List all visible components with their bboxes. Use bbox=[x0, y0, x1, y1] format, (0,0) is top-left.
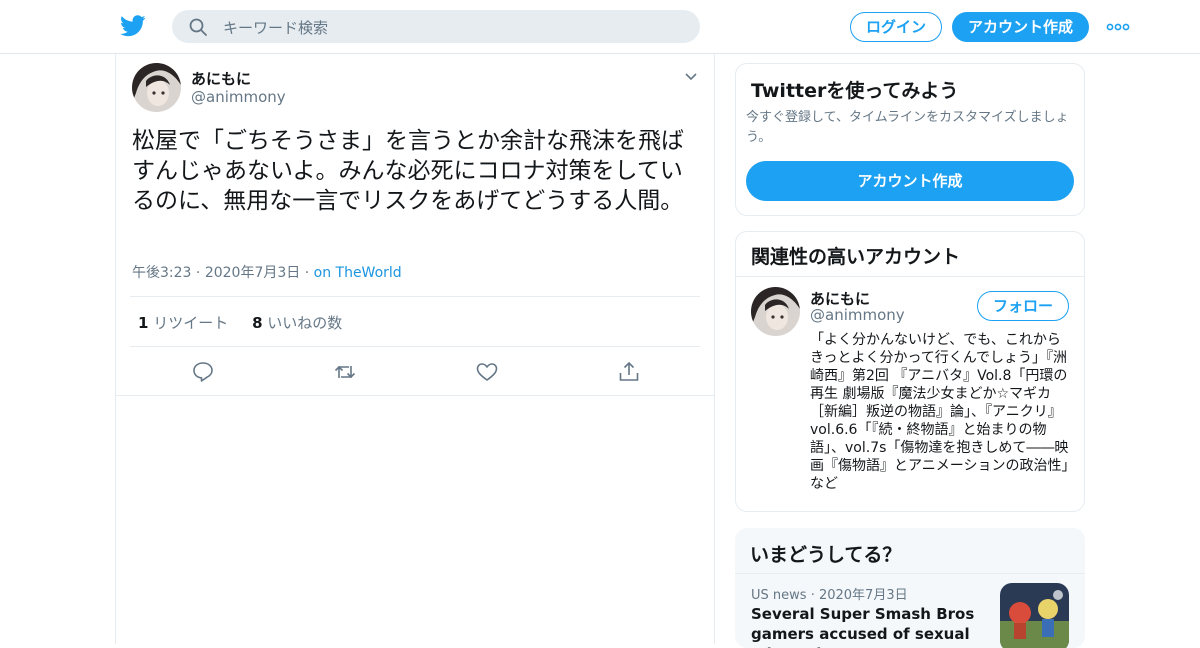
tweet-actions bbox=[116, 358, 714, 394]
related-accounts-card: 関連性の高いアカウント あにもに @animmony フォロー 「よく分かんない… bbox=[735, 231, 1085, 512]
tweet-meta: 午後3:23 · 2020年7月3日 · on TheWorld bbox=[132, 262, 402, 282]
avatar-image bbox=[751, 287, 800, 336]
account-handle[interactable]: @animmony bbox=[810, 306, 905, 324]
retweet-label: リツイート bbox=[153, 314, 229, 332]
meta-separator: · bbox=[195, 265, 201, 281]
trend-thumbnail[interactable] bbox=[1000, 583, 1069, 648]
retweet-count: 1 bbox=[138, 314, 149, 332]
trend-date: 2020年7月3日 bbox=[818, 588, 908, 603]
reply-icon[interactable] bbox=[189, 358, 217, 386]
tweet-text: 松屋で「ごちそうさま」を言うとか余計な飛沫を飛ばすんじゃあないよ。みんな必死にコ… bbox=[132, 128, 684, 214]
tweet-stats: 1 リツイート 8 いいねの数 bbox=[138, 312, 342, 333]
twitter-bird-icon[interactable] bbox=[120, 14, 146, 38]
search-bar[interactable]: キーワード検索 bbox=[172, 10, 700, 43]
tweet-time[interactable]: 午後3:23 bbox=[132, 265, 191, 281]
search-input[interactable]: キーワード検索 bbox=[223, 17, 328, 38]
more-dots-icon[interactable] bbox=[1106, 22, 1130, 32]
divider bbox=[735, 573, 1085, 574]
tweet-date[interactable]: 2020年7月3日 bbox=[205, 265, 300, 281]
like-label: いいねの数 bbox=[267, 314, 343, 332]
divider bbox=[736, 276, 1084, 277]
signup-card-title: Twitterを使ってみよう bbox=[751, 80, 959, 102]
avatar[interactable] bbox=[132, 63, 181, 112]
like-count: 8 bbox=[252, 314, 263, 332]
retweet-stat[interactable]: 1 リツイート bbox=[138, 314, 228, 332]
follow-button[interactable]: フォロー bbox=[977, 291, 1069, 321]
avatar-image bbox=[132, 63, 181, 112]
top-bar: キーワード検索 ログイン アカウント作成 bbox=[0, 0, 1200, 54]
login-button[interactable]: ログイン bbox=[850, 12, 942, 42]
trends-card-title: いまどうしてる？ bbox=[750, 544, 902, 566]
divider bbox=[130, 296, 700, 297]
author-name[interactable]: あにもに bbox=[191, 68, 251, 89]
trend-category: US news bbox=[751, 588, 807, 603]
chevron-down-icon[interactable] bbox=[684, 70, 698, 84]
trends-card: いまどうしてる？ US news · 2020年7月3日 Several Sup… bbox=[735, 528, 1085, 648]
tweet-source-link[interactable]: on TheWorld bbox=[314, 265, 402, 281]
trend-meta: US news · 2020年7月3日 bbox=[751, 584, 908, 603]
signup-card-description: 今すぐ登録して、タイムラインをカスタマイズしましょう。 bbox=[746, 110, 1069, 145]
share-icon[interactable] bbox=[615, 358, 643, 386]
trend-thumbnail-image bbox=[1000, 583, 1069, 648]
account-bio: 「よく分かんないけど、でも、これからきっとよく分かって行くんでしょう」『洲崎西』… bbox=[810, 332, 1069, 492]
trend-title[interactable]: Several Super Smash Bros gamers accused … bbox=[751, 604, 991, 648]
author-handle[interactable]: @animmony bbox=[191, 88, 286, 106]
divider bbox=[116, 395, 714, 396]
meta-separator: · bbox=[810, 588, 815, 603]
signup-card: Twitterを使ってみよう 今すぐ登録して、タイムラインをカスタマイズしましょ… bbox=[735, 63, 1085, 216]
related-card-title: 関連性の高いアカウント bbox=[751, 246, 961, 268]
divider bbox=[130, 346, 700, 347]
tweet-column: あにもに @animmony 松屋で「ごちそうさま」を言うとか余計な飛沫を飛ばす… bbox=[115, 54, 715, 644]
meta-separator: · bbox=[304, 265, 310, 281]
like-heart-icon[interactable] bbox=[473, 358, 501, 386]
avatar[interactable] bbox=[751, 287, 800, 336]
search-icon bbox=[189, 18, 207, 36]
signup-button[interactable]: アカウント作成 bbox=[952, 12, 1089, 42]
signup-card-button[interactable]: アカウント作成 bbox=[746, 161, 1074, 201]
like-stat[interactable]: 8 いいねの数 bbox=[252, 314, 342, 332]
retweet-icon[interactable] bbox=[331, 358, 359, 386]
